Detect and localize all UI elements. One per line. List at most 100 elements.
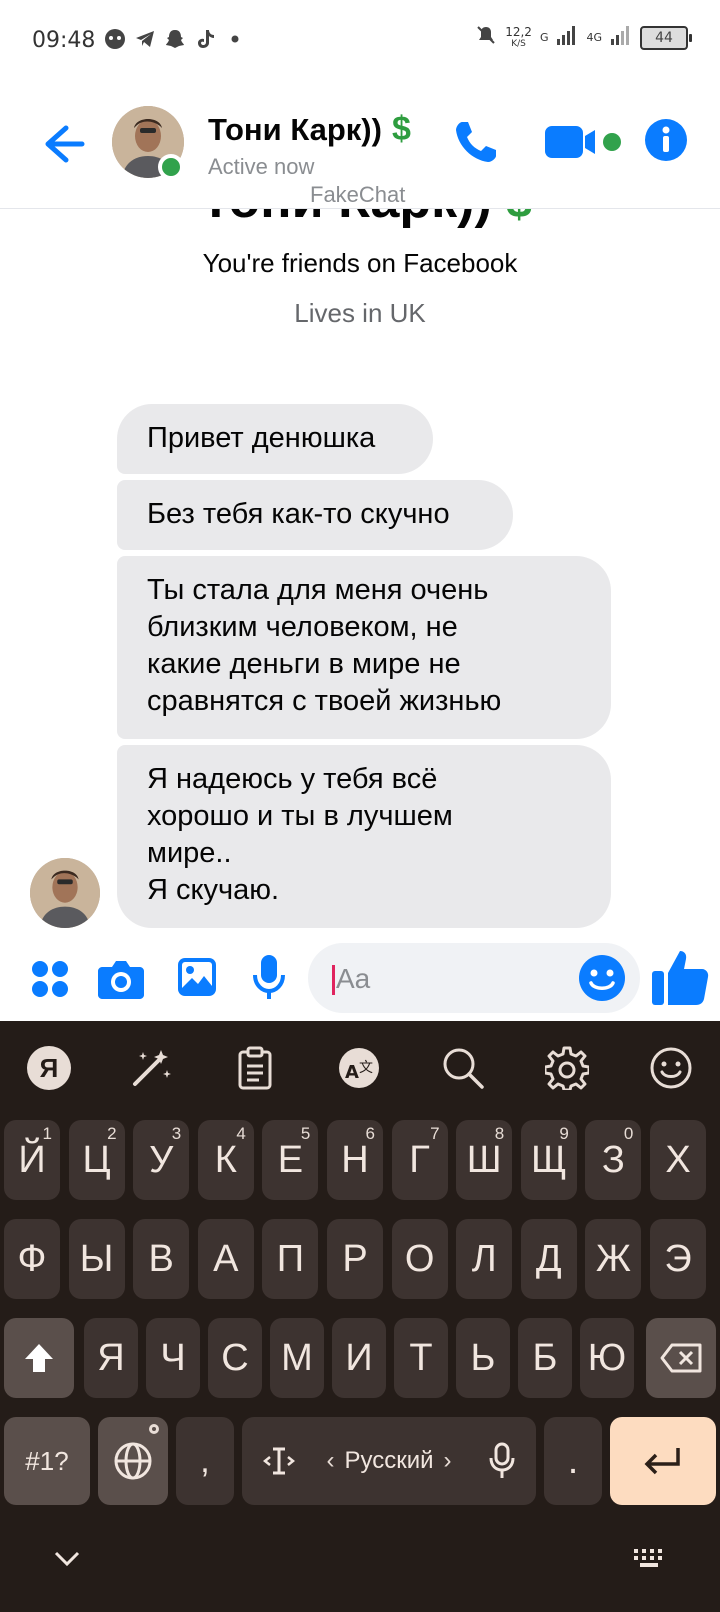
- key-label: Щ: [530, 1138, 567, 1181]
- key[interactable]: Н6: [327, 1120, 383, 1200]
- smiley-icon: [579, 955, 625, 1001]
- key[interactable]: Ф: [4, 1219, 60, 1299]
- backspace-icon: [660, 1343, 702, 1373]
- back-button[interactable]: [36, 118, 88, 170]
- contact-name[interactable]: Тони Карк)) $: [208, 110, 411, 149]
- key[interactable]: О: [391, 1219, 448, 1299]
- mute-icon: [475, 24, 497, 51]
- keyboard-switch-button[interactable]: [632, 1547, 666, 1574]
- message-text: Ты стала для меня очень близким человеко…: [147, 574, 502, 717]
- clipboard-button[interactable]: [230, 1043, 280, 1093]
- enter-key[interactable]: [610, 1417, 716, 1505]
- video-camera-icon: [545, 126, 621, 158]
- key[interactable]: С: [208, 1318, 262, 1398]
- shift-key[interactable]: [4, 1318, 74, 1398]
- translate-button[interactable]: A文: [334, 1043, 384, 1093]
- key[interactable]: Б: [518, 1318, 572, 1398]
- sender-avatar[interactable]: [30, 858, 100, 928]
- message-input[interactable]: Aa: [308, 943, 640, 1013]
- key[interactable]: Д: [520, 1219, 577, 1299]
- key-number-hint: 6: [365, 1124, 375, 1143]
- message-bubble[interactable]: Привет денюшка: [117, 404, 433, 474]
- period-key[interactable]: .: [544, 1417, 602, 1505]
- key[interactable]: Я: [84, 1318, 138, 1398]
- enter-arrow-icon: [644, 1448, 680, 1475]
- clipboard-icon: [238, 1046, 272, 1090]
- small-gear-icon: [149, 1424, 159, 1434]
- language-key[interactable]: [98, 1417, 168, 1505]
- key[interactable]: Ю: [580, 1318, 634, 1398]
- key[interactable]: И: [332, 1318, 386, 1398]
- camera-icon: [98, 961, 144, 999]
- key[interactable]: З0: [585, 1120, 642, 1200]
- space-key[interactable]: ‹ Русский ›: [242, 1417, 536, 1505]
- smiley-icon: [650, 1047, 692, 1089]
- person-photo-icon: [30, 858, 100, 928]
- comma-key[interactable]: ,: [176, 1417, 234, 1505]
- yandex-button[interactable]: Я: [24, 1043, 74, 1093]
- backspace-key[interactable]: [646, 1318, 716, 1398]
- key[interactable]: У3: [133, 1120, 190, 1200]
- key-label: Н: [341, 1138, 369, 1181]
- svg-text:文: 文: [359, 1060, 373, 1076]
- key-number-hint: 9: [559, 1124, 569, 1143]
- key-number-hint: 1: [42, 1124, 52, 1143]
- key[interactable]: В: [133, 1219, 190, 1299]
- message-bubble[interactable]: Ты стала для меня очень близким человеко…: [117, 556, 611, 739]
- keyboard-icon: [634, 1549, 662, 1567]
- gallery-button[interactable]: [176, 956, 218, 1003]
- key[interactable]: Ы: [68, 1219, 125, 1299]
- space-language-label: Русский: [344, 1447, 434, 1474]
- key[interactable]: Э: [650, 1219, 706, 1299]
- info-button[interactable]: [644, 118, 688, 167]
- key[interactable]: А: [197, 1219, 254, 1299]
- search-button[interactable]: [438, 1043, 488, 1093]
- key[interactable]: Ц2: [68, 1120, 125, 1200]
- key[interactable]: П: [262, 1219, 319, 1299]
- like-button[interactable]: [650, 949, 710, 1012]
- key[interactable]: К4: [197, 1120, 254, 1200]
- key[interactable]: М: [270, 1318, 324, 1398]
- hide-keyboard-button[interactable]: [52, 1549, 82, 1574]
- magic-wand-icon: [133, 1050, 171, 1086]
- key[interactable]: Ь: [456, 1318, 510, 1398]
- key-label: Х: [665, 1138, 691, 1181]
- voice-call-button[interactable]: [452, 118, 500, 171]
- signal-icon-2: [610, 25, 632, 50]
- text-cursor: [332, 965, 335, 995]
- voice-message-button[interactable]: [252, 953, 286, 1006]
- camera-button[interactable]: [98, 957, 144, 1004]
- key[interactable]: Г7: [391, 1120, 448, 1200]
- message-bubble[interactable]: Без тебя как-то скучно: [117, 480, 513, 550]
- key[interactable]: Х: [650, 1120, 706, 1200]
- key-label: Ц: [82, 1138, 111, 1181]
- message-bubble[interactable]: Я надеюсь у тебя всё хорошо и ты в лучше…: [117, 745, 611, 928]
- emoji-button[interactable]: [578, 954, 626, 1002]
- key[interactable]: Ж: [585, 1219, 642, 1299]
- key[interactable]: Е5: [262, 1120, 319, 1200]
- key[interactable]: Л: [456, 1219, 513, 1299]
- battery-level: 44: [655, 29, 673, 46]
- settings-button[interactable]: [542, 1043, 592, 1093]
- telegram-icon: [134, 28, 156, 50]
- emoji-keyboard-button[interactable]: [646, 1043, 696, 1093]
- key[interactable]: Т: [394, 1318, 448, 1398]
- magic-wand-button[interactable]: [126, 1043, 176, 1093]
- video-call-button[interactable]: [545, 122, 623, 167]
- globe-icon: [114, 1442, 152, 1480]
- symbols-key[interactable]: #1?: [4, 1417, 90, 1505]
- key-number-hint: 5: [300, 1124, 311, 1143]
- network-type-1: G: [539, 31, 549, 44]
- active-status: Active now: [208, 154, 315, 179]
- key[interactable]: Щ9: [520, 1120, 577, 1200]
- watermark: FakeChat: [310, 182, 406, 207]
- menu-button[interactable]: [30, 959, 70, 1004]
- key[interactable]: Р: [327, 1219, 383, 1299]
- key[interactable]: Ш8: [456, 1120, 513, 1200]
- key[interactable]: Ч: [146, 1318, 200, 1398]
- contact-name-text: Тони Карк)): [208, 111, 382, 147]
- info-icon: [645, 119, 687, 161]
- battery-icon: 44: [640, 25, 692, 50]
- key[interactable]: Й1: [4, 1120, 60, 1200]
- chevron-down-icon: [54, 1551, 80, 1567]
